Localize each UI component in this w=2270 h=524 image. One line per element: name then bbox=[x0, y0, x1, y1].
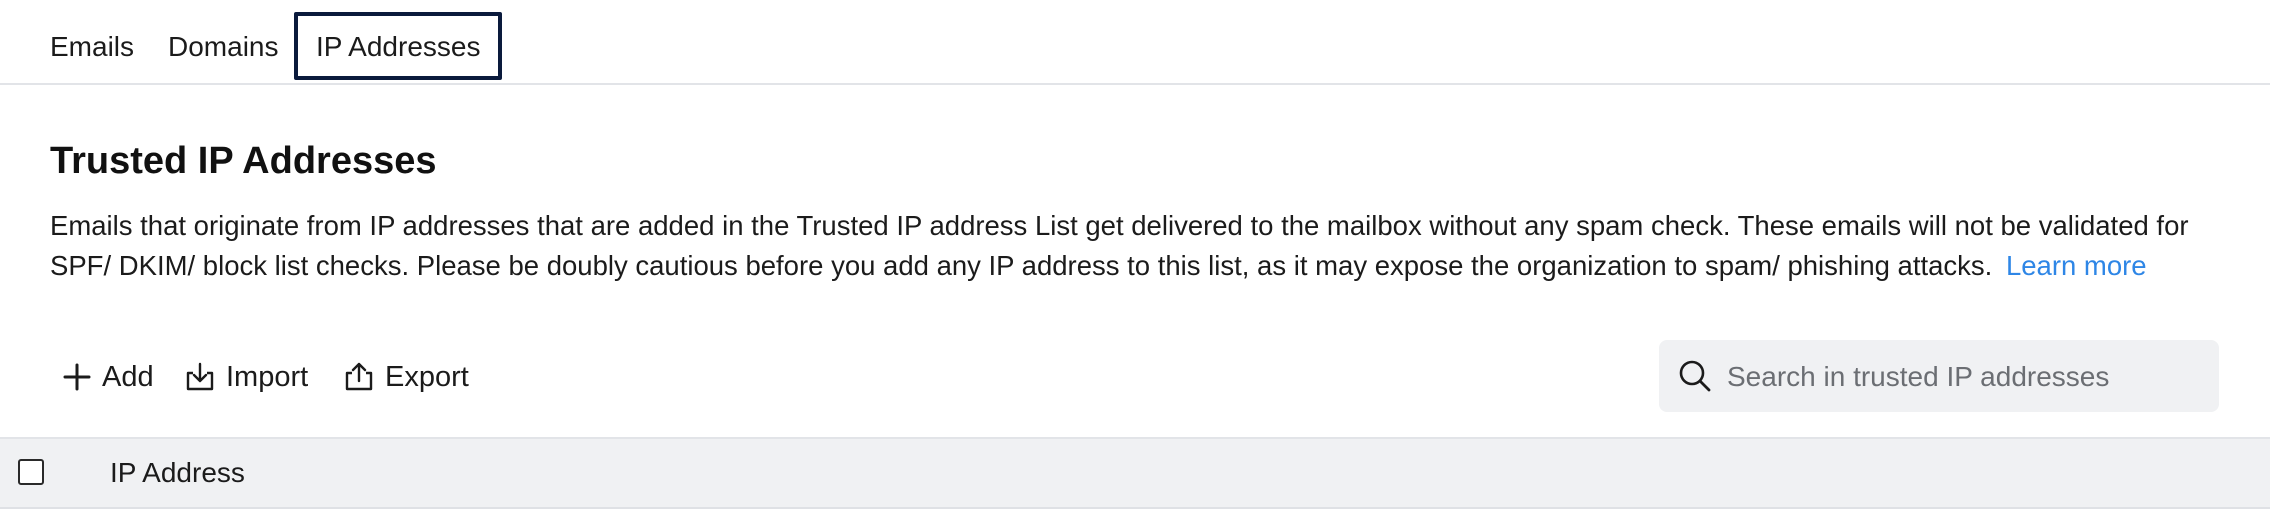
add-label: Add bbox=[102, 360, 154, 393]
column-header-ip-address[interactable]: IP Address bbox=[110, 439, 245, 507]
tab-domains[interactable]: Domains bbox=[168, 12, 278, 80]
plus-icon bbox=[62, 362, 92, 392]
import-button[interactable]: Import bbox=[184, 355, 308, 399]
description-text: Emails that originate from IP addresses … bbox=[50, 210, 2189, 281]
table-header: IP Address bbox=[0, 437, 2270, 509]
select-all-checkbox[interactable] bbox=[18, 459, 44, 485]
search-input[interactable] bbox=[1725, 340, 2209, 414]
search-box bbox=[1659, 340, 2219, 414]
import-icon bbox=[184, 361, 216, 393]
learn-more-link[interactable]: Learn more bbox=[2006, 250, 2147, 281]
export-icon bbox=[343, 361, 375, 393]
section-description: Emails that originate from IP addresses … bbox=[50, 206, 2220, 286]
export-button[interactable]: Export bbox=[343, 355, 469, 399]
tab-emails[interactable]: Emails bbox=[50, 12, 134, 80]
tab-bar: Emails Domains IP Addresses bbox=[0, 0, 2270, 85]
page-title: Trusted IP Addresses bbox=[50, 140, 437, 182]
export-label: Export bbox=[385, 360, 469, 393]
search-icon bbox=[1677, 358, 1713, 394]
tab-ip-addresses[interactable]: IP Addresses bbox=[294, 12, 503, 80]
import-label: Import bbox=[226, 360, 309, 393]
add-button[interactable]: Add bbox=[62, 355, 154, 399]
